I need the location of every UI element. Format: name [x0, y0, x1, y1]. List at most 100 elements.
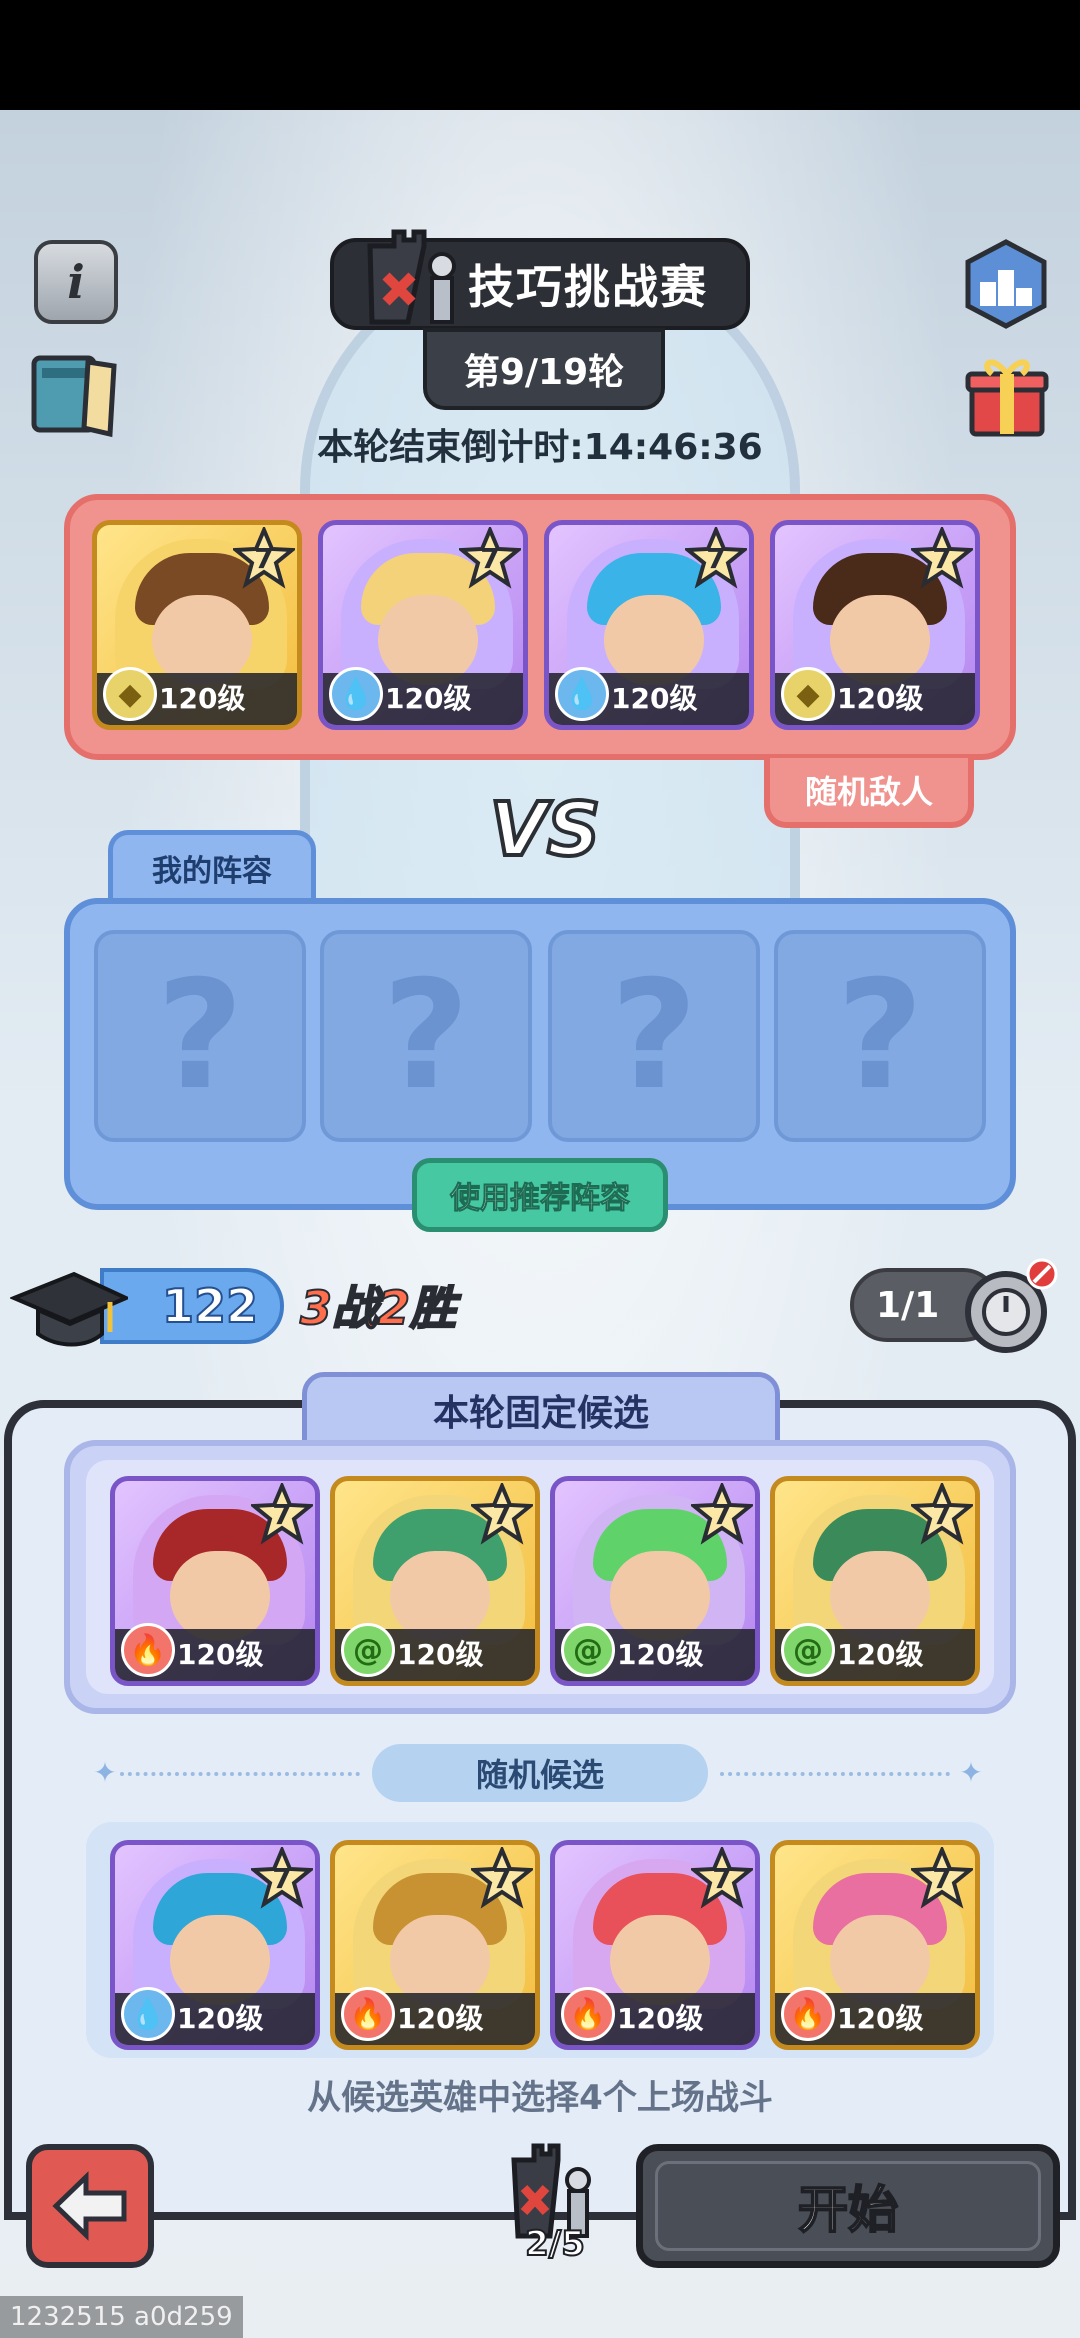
round-countdown: 本轮结束倒计时:14:46:36: [317, 427, 763, 468]
start-button[interactable]: 开始: [636, 2144, 1060, 2268]
challenge-count: 2/5: [524, 2223, 586, 2265]
hero-face: [830, 1551, 930, 1641]
wind-element-icon: @: [561, 1623, 615, 1677]
hero-card[interactable]: 120级 💧 7: [318, 520, 528, 730]
star-rank-icon: 7: [251, 1483, 313, 1545]
fire-element-icon: 🔥: [121, 1623, 175, 1677]
star-count: 7: [706, 541, 726, 575]
info-button[interactable]: i: [34, 240, 118, 324]
hero-level: 120级: [397, 2002, 484, 2035]
star-rank-icon: 7: [685, 527, 747, 589]
star-count: 7: [932, 541, 952, 575]
star-rank-icon: 7: [911, 1847, 973, 1909]
hero-card[interactable]: 120级 🔥 7: [770, 1840, 980, 2050]
hero-level: 120级: [837, 2002, 924, 2035]
hero-card[interactable]: 120级 ◆ 7: [92, 520, 302, 730]
use-recommended-lineup-button[interactable]: 使用推荐阵容: [412, 1158, 668, 1232]
divider-left: [120, 1772, 360, 1776]
hero-level: 120级: [837, 1638, 924, 1671]
stopwatch-icon[interactable]: [960, 1256, 1060, 1356]
gift-button[interactable]: [962, 350, 1052, 440]
star-count: 7: [492, 1497, 512, 1531]
hero-face: [604, 595, 704, 685]
hero-face: [152, 595, 252, 685]
fire-element-icon: 🔥: [561, 1987, 615, 2041]
hero-level: 120级: [385, 682, 472, 715]
hero-level: 120级: [397, 1638, 484, 1671]
vs-label: VS: [488, 787, 603, 873]
fixed-candidates-tab: 本轮固定候选: [302, 1372, 780, 1448]
my-lineup-tab: 我的阵容: [108, 830, 316, 900]
water-element-icon: 💧: [329, 667, 383, 721]
hero-level: 120级: [617, 2002, 704, 2035]
star-count: 7: [480, 541, 500, 575]
graduation-cap-icon: [10, 1271, 128, 1347]
hero-card[interactable]: 120级 🔥 7: [550, 1840, 760, 2050]
star-rank-icon: 7: [233, 527, 295, 589]
hero-card[interactable]: 120级 @7: [550, 1476, 760, 1686]
build-id: 1232515 a0d259: [0, 2296, 243, 2338]
random-enemy-tag: 随机敌人: [764, 758, 974, 828]
hero-face: [610, 1915, 710, 2005]
star-rank-icon: 7: [691, 1483, 753, 1545]
star-rank-icon: 7: [471, 1847, 533, 1909]
star-count: 7: [712, 1861, 732, 1895]
random-candidates-label: 随机候选: [372, 1744, 708, 1802]
earth-element-icon: ◆: [103, 667, 157, 721]
hero-face: [830, 595, 930, 685]
star-rank-icon: 7: [691, 1847, 753, 1909]
star-count: 7: [712, 1497, 732, 1531]
start-button-label: 开始: [797, 2180, 899, 2240]
fire-element-icon: 🔥: [781, 1987, 835, 2041]
hero-face: [610, 1551, 710, 1641]
sparkle-icon: ✦: [93, 1756, 117, 1789]
hero-card[interactable]: 120级 @7: [770, 1476, 980, 1686]
hero-face: [170, 1915, 270, 2005]
wind-element-icon: @: [341, 1623, 395, 1677]
podium-icon: [965, 239, 1047, 329]
hero-level: 120级: [177, 1638, 264, 1671]
hero-face: [170, 1551, 270, 1641]
sparkle-icon: ✦: [959, 1756, 983, 1789]
hero-card[interactable]: 120级 💧 7: [544, 520, 754, 730]
lineup-slot-1[interactable]: ?: [94, 930, 306, 1142]
hero-level: 120级: [837, 682, 924, 715]
hero-card[interactable]: 120级 🔥 7: [110, 1476, 320, 1686]
info-icon: i: [67, 255, 85, 309]
star-count: 7: [272, 1497, 292, 1531]
gift-icon: [965, 359, 1049, 437]
hero-face: [378, 595, 478, 685]
round-text: 第9/19轮: [463, 352, 625, 393]
water-element-icon: 💧: [555, 667, 609, 721]
star-count: 7: [492, 1861, 512, 1895]
hero-card[interactable]: 120级 @7: [330, 1476, 540, 1686]
back-button[interactable]: [26, 2144, 154, 2268]
star-rank-icon: 7: [251, 1847, 313, 1909]
hero-level: 120级: [617, 1638, 704, 1671]
hero-level: 120级: [159, 682, 246, 715]
lineup-slot-4[interactable]: ?: [774, 930, 986, 1142]
selection-hint: 从候选英雄中选择4个上场战斗: [307, 2078, 773, 2118]
hero-level: 120级: [611, 682, 698, 715]
lineup-slot-3[interactable]: ?: [548, 930, 760, 1142]
hero-face: [390, 1915, 490, 2005]
star-count: 7: [932, 1861, 952, 1895]
star-rank-icon: 7: [911, 527, 973, 589]
star-rank-icon: 7: [911, 1483, 973, 1545]
hero-card[interactable]: 120级 🔥 7: [330, 1840, 540, 2050]
battle-record: 3战2胜: [299, 1280, 457, 1336]
page-title: 技巧挑战赛: [468, 260, 708, 314]
hero-card[interactable]: 120级 💧 7: [110, 1840, 320, 2050]
star-count: 7: [932, 1497, 952, 1531]
hero-level: 120级: [177, 2002, 264, 2035]
hero-face: [830, 1915, 930, 2005]
status-bar: [0, 0, 1080, 110]
lineup-slot-2[interactable]: ?: [320, 930, 532, 1142]
ranking-button[interactable]: [960, 238, 1052, 330]
hero-face: [390, 1551, 490, 1641]
round-indicator: 第9/19轮: [423, 328, 665, 410]
divider-right: [720, 1772, 950, 1776]
star-count: 7: [272, 1861, 292, 1895]
hero-card[interactable]: 120级 ◆ 7: [770, 520, 980, 730]
water-element-icon: 💧: [121, 1987, 175, 2041]
